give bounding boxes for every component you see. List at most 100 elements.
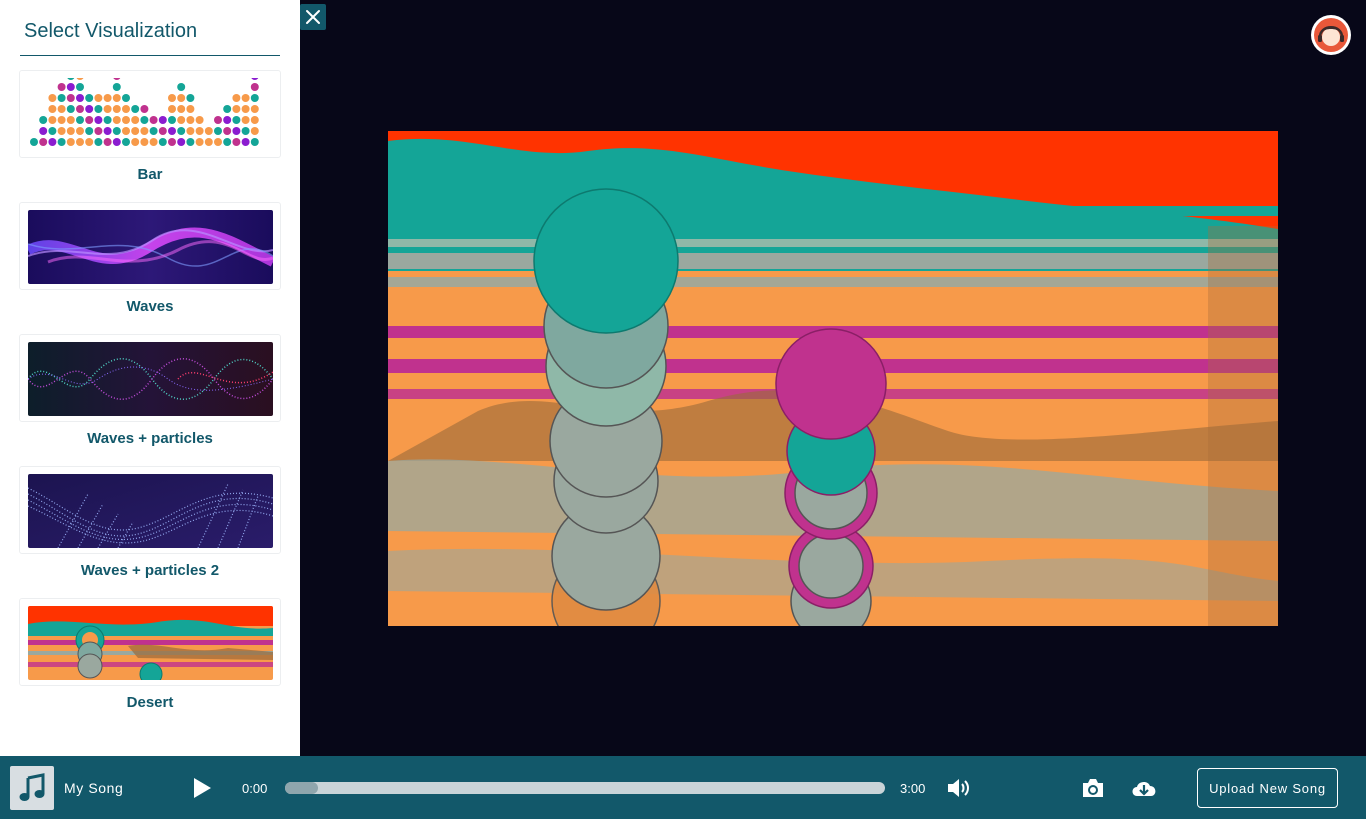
bar-thumbnail-dot [232,138,241,146]
bar-thumbnail-dot [131,116,140,124]
bar-thumbnail-dot [186,105,195,113]
viz-label-waves-particles: Waves + particles [87,430,213,447]
bar-thumbnail-dot [85,138,94,146]
bar-thumbnail-dot [177,105,186,113]
bar-thumbnail-dot [177,127,186,135]
bar-thumbnail-dot [39,138,48,146]
bar-thumbnail-dot [76,127,84,135]
bar-thumbnail-dot [223,127,232,135]
bar-thumbnail-dot [241,138,250,146]
bar-thumbnail-dot [76,83,84,91]
viz-card-waves[interactable] [19,202,281,290]
bar-thumbnail-dot [112,116,121,124]
progress-fill [285,782,318,794]
bar-thumbnail-dot [112,105,121,113]
bar-thumbnail-dot [149,138,158,146]
visualization-sidebar: Select Visualization Bar Waves Waves + p… [0,0,300,756]
bar-thumbnail-dot [66,127,75,135]
bar-thumbnail-dot [186,94,195,102]
bar-thumbnail-dot [112,138,121,146]
bar-thumbnail-dot [232,94,241,102]
progress-bar[interactable] [285,782,885,794]
bar-thumbnail-dot [177,94,186,102]
user-avatar-button[interactable] [1311,15,1351,55]
bar-thumbnail-dot [241,94,250,102]
play-button[interactable] [190,776,214,800]
bar-thumbnail-dot [57,138,66,146]
desert-thumbnail-art [28,606,273,680]
viz-card-waves-particles[interactable] [19,334,281,422]
bar-thumbnail-dot [57,83,66,91]
bar-thumbnail-dot [250,127,259,135]
download-button[interactable] [1130,776,1158,800]
bar-thumbnail-dot [113,78,121,80]
bar-thumbnail-dot [140,138,149,146]
bar-thumbnail-dot [48,94,57,102]
bar-thumbnail-dot [122,94,130,102]
bar-thumbnail-dot [122,138,130,146]
waves-particles-2-thumbnail [28,474,273,548]
viz-label-waves: Waves [126,298,174,315]
bar-thumbnail-dot [57,127,66,135]
bar-thumbnail-dot [30,138,38,146]
player-bar: My Song 0:00 3:00 Upload New Song [0,756,1366,819]
bar-thumbnail-dot [241,116,250,124]
bar-thumbnail-dot [66,83,75,91]
bar-thumbnail-dot [122,127,130,135]
bar-thumbnail-dot [223,138,232,146]
bar-thumbnail-dot [204,138,213,146]
bar-thumbnail-dot [158,127,167,135]
viz-label-waves-particles-2: Waves + particles 2 [80,562,220,579]
bar-thumbnail-dot [186,127,195,135]
bar-thumbnail-dot [177,83,186,91]
bar-thumbnail-dot [48,127,57,135]
bar-thumbnail-dot [250,105,259,113]
bar-thumbnail-dot [85,127,94,135]
bar-thumbnail-dot [177,138,186,146]
bar-thumbnail-dot [103,127,112,135]
viz-card-waves-particles-2[interactable] [19,466,281,554]
bar-thumbnail-dot [76,138,84,146]
bar-thumbnail-dot [250,83,259,91]
bar-thumbnail-dot [195,138,204,146]
volume-button[interactable] [946,776,972,800]
screenshot-button[interactable] [1081,777,1105,799]
bar-thumbnail-dot [103,116,112,124]
bar-thumbnail-dots [30,78,259,146]
viz-card-bar[interactable] [19,70,281,158]
upload-song-button[interactable]: Upload New Song [1197,768,1338,808]
waves-particles-thumbnail-art [28,342,273,416]
bar-thumbnail-dot [250,116,259,124]
viz-card-desert[interactable] [19,598,281,686]
sidebar-title: Select Visualization [24,20,198,42]
bar-thumbnail-dot [168,94,176,102]
music-note-icon [19,773,45,801]
close-sidebar-button[interactable] [300,4,326,30]
bar-thumbnail-dot [177,116,186,124]
bar-thumbnail-dot [57,105,66,113]
bar-thumbnail-dot [131,138,140,146]
bar-thumbnail-dot [168,105,176,113]
bar-thumbnail-dot [241,105,250,113]
volume-icon [948,779,969,797]
waves-thumbnail-art [28,210,273,284]
bar-thumbnail-dot [186,116,195,124]
bar-thumbnail-dot [140,127,149,135]
bar-thumbnail-dot [241,127,250,135]
close-icon [306,10,320,24]
bar-thumbnail-dot [232,105,241,113]
bar-thumbnail-dot [57,94,66,102]
waves-thumbnail [28,210,273,284]
viz-label-bar: Bar [137,166,163,183]
bar-thumbnail [28,78,273,152]
bar-thumbnail-dot [57,116,66,124]
bar-thumbnail-dot [122,116,130,124]
sidebar-divider [20,55,280,56]
bar-thumbnail-dot [94,105,103,113]
bar-thumbnail-dot [76,116,84,124]
bar-thumbnail-dot [85,94,94,102]
bar-thumbnail-dot [66,116,75,124]
bar-thumbnail-dot [250,138,259,146]
bar-thumbnail-dot [223,105,232,113]
camera-icon [1083,779,1103,797]
